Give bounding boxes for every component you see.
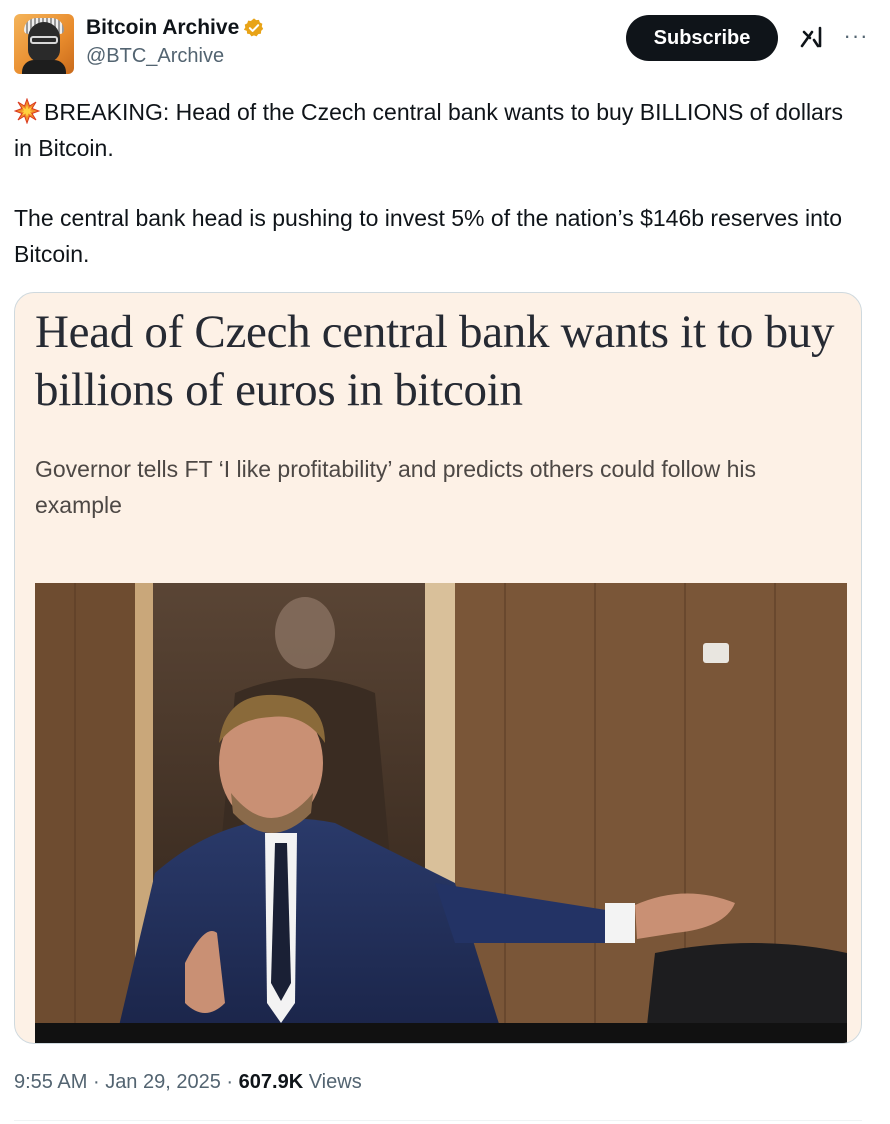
avatar-body — [22, 60, 66, 74]
tweet-line-1: BREAKING: Head of the Czech central bank… — [14, 99, 844, 161]
tweet-paragraph-2: The central bank head is pushing to inve… — [14, 205, 843, 267]
tweet-text: BREAKING: Head of the Czech central bank… — [14, 94, 854, 272]
more-icon[interactable]: ··· — [840, 20, 872, 52]
collision-emoji-icon — [14, 98, 40, 124]
tweet-meta: 9:55 AM · Jan 29, 2025 · 607.9K Views — [14, 1068, 362, 1096]
author-avatar[interactable] — [14, 14, 74, 74]
meta-separator: · — [226, 1071, 234, 1093]
tweet-date[interactable]: Jan 29, 2025 — [105, 1071, 221, 1093]
subscribe-button[interactable]: Subscribe — [626, 15, 778, 61]
article-media-card[interactable]: Head of Czech central bank wants it to b… — [14, 292, 862, 1044]
tweet-time[interactable]: 9:55 AM — [14, 1071, 87, 1093]
meta-separator: · — [92, 1071, 100, 1093]
article-headline: Head of Czech central bank wants it to b… — [35, 306, 835, 416]
views-label: Views — [308, 1071, 362, 1093]
verified-badge-icon — [244, 18, 264, 37]
author-name-row[interactable]: Bitcoin Archive — [86, 14, 265, 42]
article-photo — [35, 583, 847, 1043]
avatar-glasses — [30, 36, 58, 44]
grok-icon[interactable] — [798, 24, 830, 52]
tweet-paragraph-1: BREAKING: Head of the Czech central bank… — [14, 94, 854, 166]
article-standfirst: Governor tells FT ‘I like profitability’… — [35, 456, 756, 518]
tweet-header: Bitcoin Archive @BTC_Archive Subscribe ·… — [14, 12, 876, 76]
views-count[interactable]: 607.9K — [239, 1071, 304, 1093]
author-display-name[interactable]: Bitcoin Archive — [86, 14, 239, 42]
author-handle[interactable]: @BTC_Archive — [86, 42, 265, 70]
article-photo-illustration — [35, 583, 847, 1043]
author-info: Bitcoin Archive @BTC_Archive — [86, 14, 265, 70]
divider — [14, 1120, 862, 1121]
